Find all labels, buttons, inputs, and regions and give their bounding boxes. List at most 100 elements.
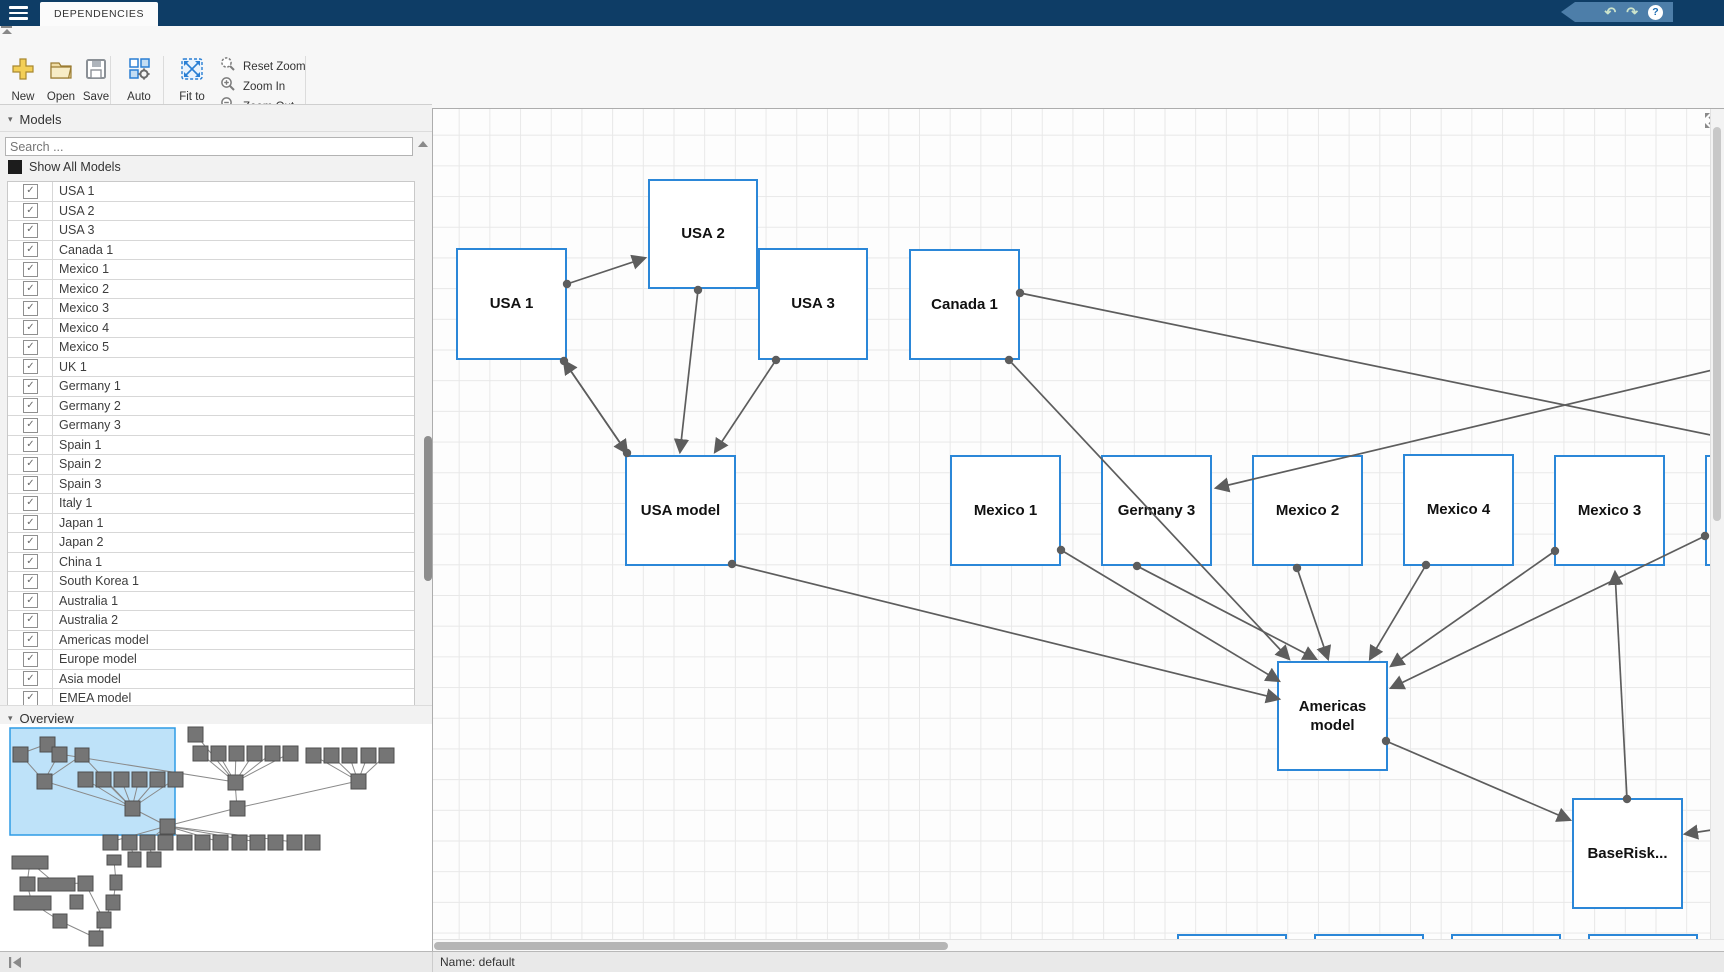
- scroll-up-icon[interactable]: [418, 141, 428, 147]
- scrollbar-thumb[interactable]: [424, 436, 432, 581]
- model-row[interactable]: ✓UK 1: [8, 358, 414, 378]
- model-row[interactable]: ✓Mexico 5: [8, 338, 414, 358]
- overview-minimap[interactable]: [0, 724, 432, 951]
- model-row[interactable]: ✓ Australia 2: [8, 611, 414, 631]
- model-row[interactable]: ✓Spain 3: [8, 475, 414, 495]
- model-checkbox[interactable]: ✓: [23, 184, 38, 199]
- model-checkbox[interactable]: ✓: [23, 574, 38, 589]
- zoom-in-button[interactable]: Zoom In: [220, 76, 285, 98]
- model-row[interactable]: ✓Spain 1: [8, 436, 414, 456]
- diagram-node[interactable]: USA 1: [456, 248, 567, 360]
- model-row[interactable]: ✓Mexico 2: [8, 280, 414, 300]
- scrollbar-thumb[interactable]: [434, 942, 948, 950]
- model-label: Australia 2: [53, 611, 118, 630]
- model-row[interactable]: ✓Australia 1: [8, 592, 414, 612]
- collapse-models-icon[interactable]: ▾: [8, 114, 13, 125]
- model-row[interactable]: ✓Japan 1: [8, 514, 414, 534]
- model-row[interactable]: ✓ Europe model: [8, 650, 414, 670]
- model-checkbox[interactable]: ✓: [23, 223, 38, 238]
- model-row[interactable]: ✓Germany 3: [8, 416, 414, 436]
- model-row[interactable]: ✓USA 3: [8, 221, 414, 241]
- model-checkbox[interactable]: ✓: [23, 203, 38, 218]
- model-checkbox[interactable]: ✓: [23, 476, 38, 491]
- model-checkbox[interactable]: ✓: [23, 437, 38, 452]
- model-label: Europe model: [53, 650, 137, 669]
- model-row[interactable]: ✓China 1: [8, 553, 414, 573]
- help-icon[interactable]: ?: [1648, 5, 1663, 20]
- dependency-edge: [1370, 565, 1426, 659]
- skip-to-start-icon[interactable]: [8, 956, 23, 972]
- diagram-node[interactable]: USA 3: [758, 248, 868, 360]
- minimap-node: [160, 819, 175, 834]
- model-checkbox[interactable]: ✓: [23, 613, 38, 628]
- model-row[interactable]: ✓Japan 2: [8, 533, 414, 553]
- diagram-node[interactable]: Germany 3: [1101, 455, 1212, 566]
- model-checkbox[interactable]: ✓: [23, 398, 38, 413]
- models-section-header[interactable]: ▾ Models: [0, 110, 440, 132]
- model-row[interactable]: ✓Mexico 3: [8, 299, 414, 319]
- checkbox-cell: ✓: [8, 319, 53, 338]
- model-checkbox[interactable]: ✓: [23, 496, 38, 511]
- diagram-canvas[interactable]: USA 1 USA 2USA 3 Canada 1 USA model Mexico 1…: [432, 108, 1724, 951]
- model-row[interactable]: ✓Germany 2: [8, 397, 414, 417]
- search-input[interactable]: [5, 137, 413, 156]
- canvas-vertical-scrollbar[interactable]: [1710, 109, 1724, 942]
- diagram-node[interactable]: USA 2: [648, 179, 758, 289]
- hamburger-menu-icon[interactable]: [0, 0, 37, 26]
- model-checkbox[interactable]: ✓: [23, 457, 38, 472]
- minimap-node: [114, 772, 129, 787]
- model-checkbox[interactable]: ✓: [23, 515, 38, 530]
- model-row[interactable]: ✓Germany 1: [8, 377, 414, 397]
- model-checkbox[interactable]: ✓: [23, 379, 38, 394]
- minimap-node: [14, 896, 51, 910]
- diagram-node[interactable]: Mexico 1: [950, 455, 1061, 566]
- diagram-node[interactable]: Mexico 2: [1252, 455, 1363, 566]
- tab-dependencies[interactable]: DEPENDENCIES: [40, 2, 158, 26]
- diagram-node[interactable]: Mexico 3: [1554, 455, 1665, 566]
- model-row[interactable]: ✓Spain 2: [8, 455, 414, 475]
- checkbox-cell: ✓: [8, 397, 53, 416]
- model-row[interactable]: ✓Mexico 4: [8, 319, 414, 339]
- model-checkbox[interactable]: ✓: [23, 554, 38, 569]
- model-row[interactable]: ✓Mexico 1: [8, 260, 414, 280]
- model-checkbox[interactable]: ✓: [23, 691, 38, 706]
- diagram-node[interactable]: Mexico 4: [1403, 454, 1514, 566]
- model-checkbox[interactable]: ✓: [23, 418, 38, 433]
- model-checkbox[interactable]: ✓: [23, 281, 38, 296]
- model-checkbox[interactable]: ✓: [23, 262, 38, 277]
- model-checkbox[interactable]: ✓: [23, 632, 38, 647]
- model-checkbox[interactable]: ✓: [23, 593, 38, 608]
- model-checkbox[interactable]: ✓: [23, 652, 38, 667]
- undo-icon[interactable]: ↶: [1605, 5, 1617, 19]
- model-checkbox[interactable]: ✓: [23, 242, 38, 257]
- model-row[interactable]: ✓Canada 1: [8, 241, 414, 261]
- model-checkbox[interactable]: ✓: [23, 320, 38, 335]
- collapse-overview-icon[interactable]: ▾: [8, 713, 13, 724]
- diagram-node[interactable]: Canada 1: [909, 249, 1020, 360]
- show-all-models-checkbox[interactable]: Show All Models: [8, 160, 121, 174]
- reset-zoom-button[interactable]: Reset Zoom: [220, 56, 306, 78]
- model-row[interactable]: ✓USA 2: [8, 202, 414, 222]
- model-checkbox[interactable]: ✓: [23, 301, 38, 316]
- model-checkbox[interactable]: ✓: [23, 359, 38, 374]
- model-checkbox[interactable]: ✓: [23, 535, 38, 550]
- diagram-node[interactable]: BaseRisk...: [1572, 798, 1683, 909]
- collapse-ribbon-icon[interactable]: [0, 26, 13, 36]
- canvas-horizontal-scrollbar[interactable]: [433, 939, 1724, 951]
- minimap-node: [70, 895, 83, 909]
- model-checkbox[interactable]: ✓: [23, 340, 38, 355]
- model-row[interactable]: ✓Americas model: [8, 631, 414, 651]
- diagram-node[interactable]: Americas model: [1277, 661, 1388, 771]
- model-row[interactable]: ✓Asia model: [8, 670, 414, 690]
- model-row[interactable]: ✓Italy 1: [8, 494, 414, 514]
- model-checkbox[interactable]: ✓: [23, 671, 38, 686]
- scrollbar-thumb[interactable]: [1713, 127, 1721, 521]
- model-row[interactable]: ✓South Korea 1: [8, 572, 414, 592]
- checkbox-filled-icon[interactable]: [8, 160, 22, 174]
- checkbox-cell: ✓: [8, 455, 53, 474]
- model-row[interactable]: ✓USA 1: [8, 182, 414, 202]
- new-button[interactable]: New: [6, 56, 40, 104]
- diagram-node[interactable]: USA model: [625, 455, 736, 566]
- models-list-scrollbar[interactable]: [415, 108, 432, 708]
- redo-icon[interactable]: ↷: [1626, 5, 1638, 19]
